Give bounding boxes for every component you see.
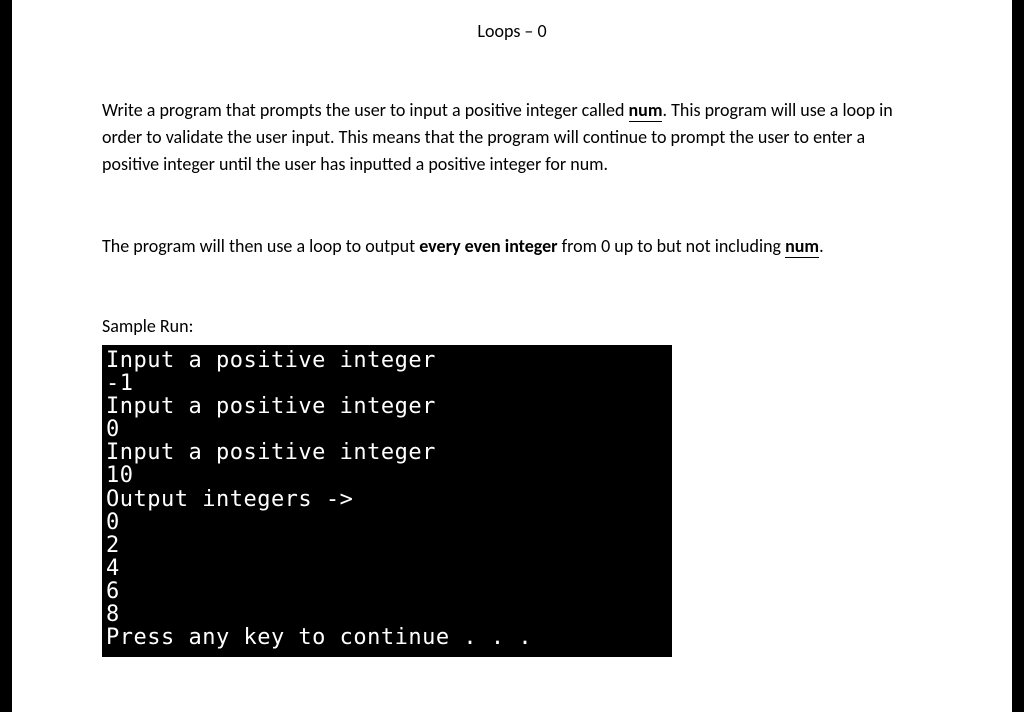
terminal-line: Input a positive integer: [106, 440, 436, 465]
paragraph-2: The program will then use a loop to outp…: [102, 233, 922, 260]
terminal-line: 0: [106, 510, 120, 535]
terminal-line: Input a positive integer: [106, 394, 436, 419]
terminal-output: Input a positive integer -1 Input a posi…: [102, 345, 672, 657]
paragraph-1: Write a program that prompts the user to…: [102, 97, 922, 178]
terminal-line: 2: [106, 533, 120, 558]
page-title: Loops – 0: [102, 20, 922, 42]
terminal-line: Output integers ->: [106, 487, 353, 512]
para2-num: num: [785, 235, 819, 258]
terminal-line: 6: [106, 579, 120, 604]
sample-run-label: Sample Run:: [102, 315, 922, 337]
para1-text-pre: Write a program that prompts the user to…: [102, 99, 629, 121]
para1-num: num: [629, 99, 663, 122]
terminal-line: 8: [106, 602, 120, 627]
terminal-line: 0: [106, 417, 120, 442]
para2-text-post: .: [819, 235, 824, 257]
document-page: Loops – 0 Write a program that prompts t…: [12, 0, 1012, 712]
para2-text-mid: from 0 up to but not including: [558, 235, 786, 257]
para2-bold: every even integer: [419, 235, 557, 257]
terminal-line: Press any key to continue . . .: [106, 625, 532, 650]
terminal-line: 4: [106, 556, 120, 581]
para2-text-pre: The program will then use a loop to outp…: [102, 235, 419, 257]
terminal-line: 10: [106, 463, 134, 488]
terminal-line: -1: [106, 371, 134, 396]
terminal-line: Input a positive integer: [106, 348, 436, 373]
